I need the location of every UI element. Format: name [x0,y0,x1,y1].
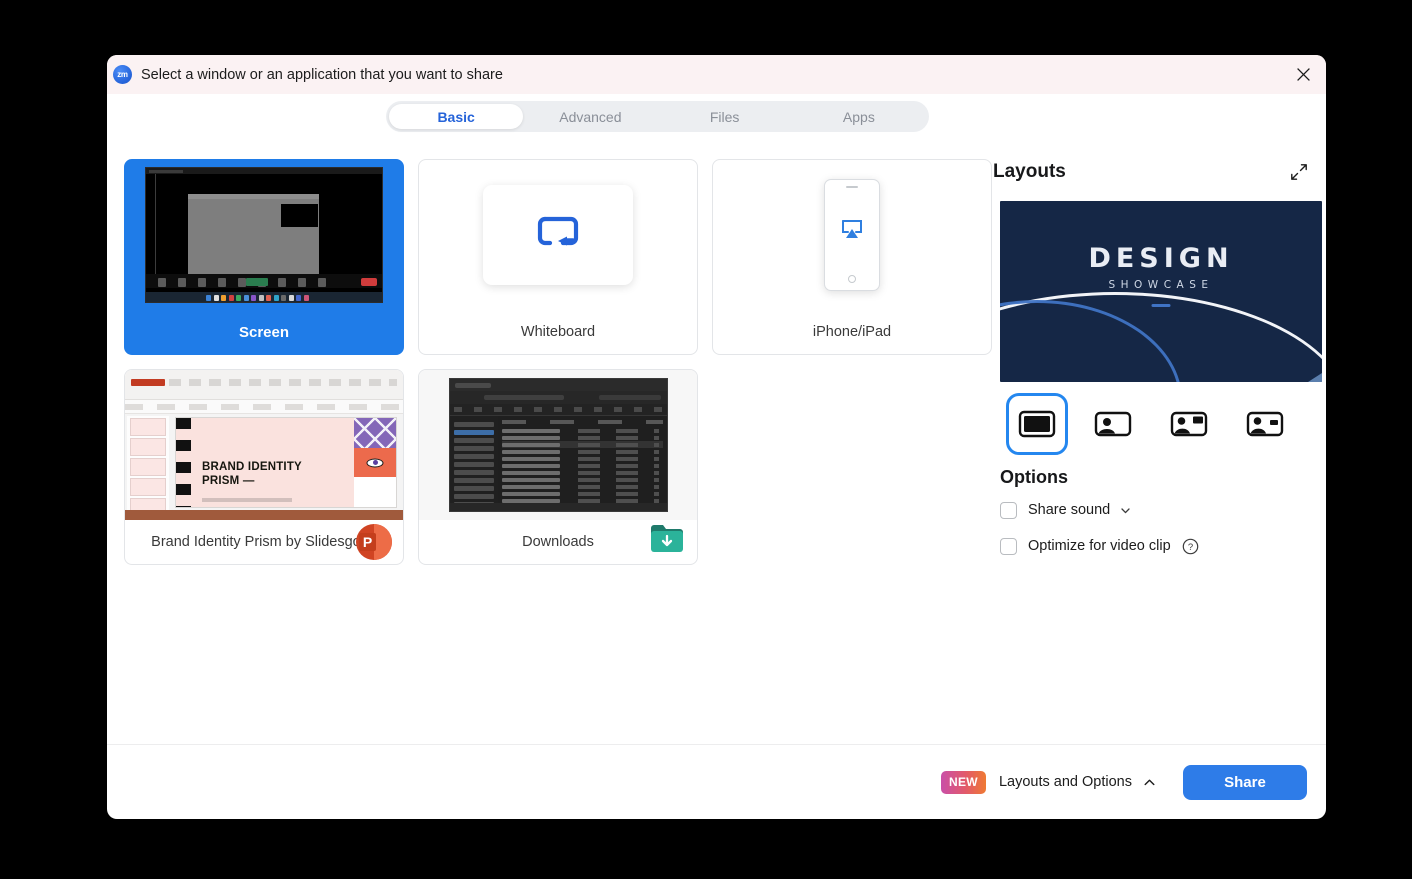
dialog-title: Select a window or an application that y… [141,66,503,83]
layouts-title: Layouts [993,161,1066,182]
layouts-panel: Layouts DESIGN SHOWCASE Options Share so… [993,94,1326,743]
iphone-thumbnail [713,160,991,310]
phone-speaker [846,186,858,188]
share-source-grid: Screen Whiteboard iPhone/iPad BRAND IDEN… [117,159,993,579]
share-source-label: Screen [125,310,403,354]
svg-text:?: ? [1187,542,1192,553]
layout-preview-image: DESIGN SHOWCASE [1000,201,1322,382]
layouts-and-options-toggle[interactable]: Layouts and Options [999,774,1157,790]
phone-tile [824,179,880,291]
slide-headline: BRAND IDENTITY PRISM — [202,461,302,488]
explorer-window-preview [419,370,697,520]
share-source-row: Screen Whiteboard iPhone/iPad [117,159,993,355]
powerpoint-window-preview: BRAND IDENTITY PRISM — [125,370,403,520]
option-share-sound[interactable]: Share sound [1000,498,1132,522]
share-source-screen[interactable]: Screen [124,159,404,355]
downloads-thumbnail [419,370,697,520]
chevron-down-icon[interactable] [1119,504,1132,517]
tab-advanced[interactable]: Advanced [523,104,657,129]
layout-options-row [1000,390,1322,458]
layout-option-full-screen[interactable] [1006,393,1068,455]
share-sound-checkbox[interactable] [1000,501,1017,519]
powerpoint-file-icon: P [355,523,393,561]
layout-option-speaker-with-small-thumbnail[interactable] [1234,393,1296,455]
tab-files[interactable]: Files [658,104,792,129]
layout-option-speaker-left[interactable] [1082,393,1144,455]
share-source-label: Brand Identity Prism by Slidesgo ... P [125,520,403,564]
folder-download-icon [649,523,687,561]
share-source-label: iPhone/iPad [713,310,991,354]
optimize-video-checkbox[interactable] [1000,537,1017,555]
share-source-row: BRAND IDENTITY PRISM — Brand Identity Pr… [117,369,993,565]
share-source-label: Downloads [419,520,697,564]
tab-apps[interactable]: Apps [792,104,926,129]
share-sound-label: Share sound [1028,502,1111,518]
source-type-tabs: Basic Advanced Files Apps [386,101,929,132]
expand-icon[interactable] [1286,159,1312,185]
share-source-whiteboard[interactable]: Whiteboard [418,159,698,355]
screen-preview-image [145,167,383,303]
chevron-up-icon [1142,775,1157,790]
airplay-icon [840,219,864,245]
svg-text:P: P [363,534,372,550]
optimize-video-label: Optimize for video clip [1028,538,1171,554]
option-optimize-video-clip[interactable]: Optimize for video clip ? [1000,534,1199,558]
share-source-label: Whiteboard [419,310,697,354]
whiteboard-card-label: Whiteboard [520,324,596,340]
layout-option-speaker-with-thumbnail[interactable] [1158,393,1220,455]
share-source-downloads[interactable]: Downloads [418,369,698,565]
zoom-logo-icon: zm [113,65,132,84]
preview-corner-accent [1308,373,1322,382]
tab-basic[interactable]: Basic [389,104,524,129]
preview-title: DESIGN [1088,243,1234,274]
share-button[interactable]: Share [1183,764,1307,800]
screen-card-label: Screen [238,323,290,341]
options-title: Options [1000,467,1068,487]
powerpoint-card-label: Brand Identity Prism by Slidesgo ... [151,534,377,550]
whiteboard-icon [535,214,581,257]
phone-home-button [848,275,856,283]
powerpoint-thumbnail: BRAND IDENTITY PRISM — [125,370,403,520]
share-source-powerpoint[interactable]: BRAND IDENTITY PRISM — Brand Identity Pr… [124,369,404,565]
close-icon[interactable] [1280,55,1326,94]
downloads-card-label: Downloads [522,534,594,550]
layouts-and-options-label: Layouts and Options [998,774,1132,790]
whiteboard-thumbnail [419,160,697,310]
help-icon[interactable]: ? [1182,538,1199,555]
share-screen-dialog: zm Select a window or an application tha… [107,55,1326,819]
dialog-titlebar: zm Select a window or an application tha… [107,55,1326,94]
iphone-card-label: iPhone/iPad [812,324,892,340]
share-source-iphone-ipad[interactable]: iPhone/iPad [712,159,992,355]
preview-accent-dash [1151,304,1171,307]
whiteboard-tile [483,185,633,285]
screen-thumbnail [125,160,403,310]
new-badge: NEW [940,770,986,794]
layouts-header: Layouts [993,152,1326,192]
dialog-footer: NEW Layouts and Options Share [107,744,1326,819]
preview-subtitle: SHOWCASE [1108,279,1214,291]
